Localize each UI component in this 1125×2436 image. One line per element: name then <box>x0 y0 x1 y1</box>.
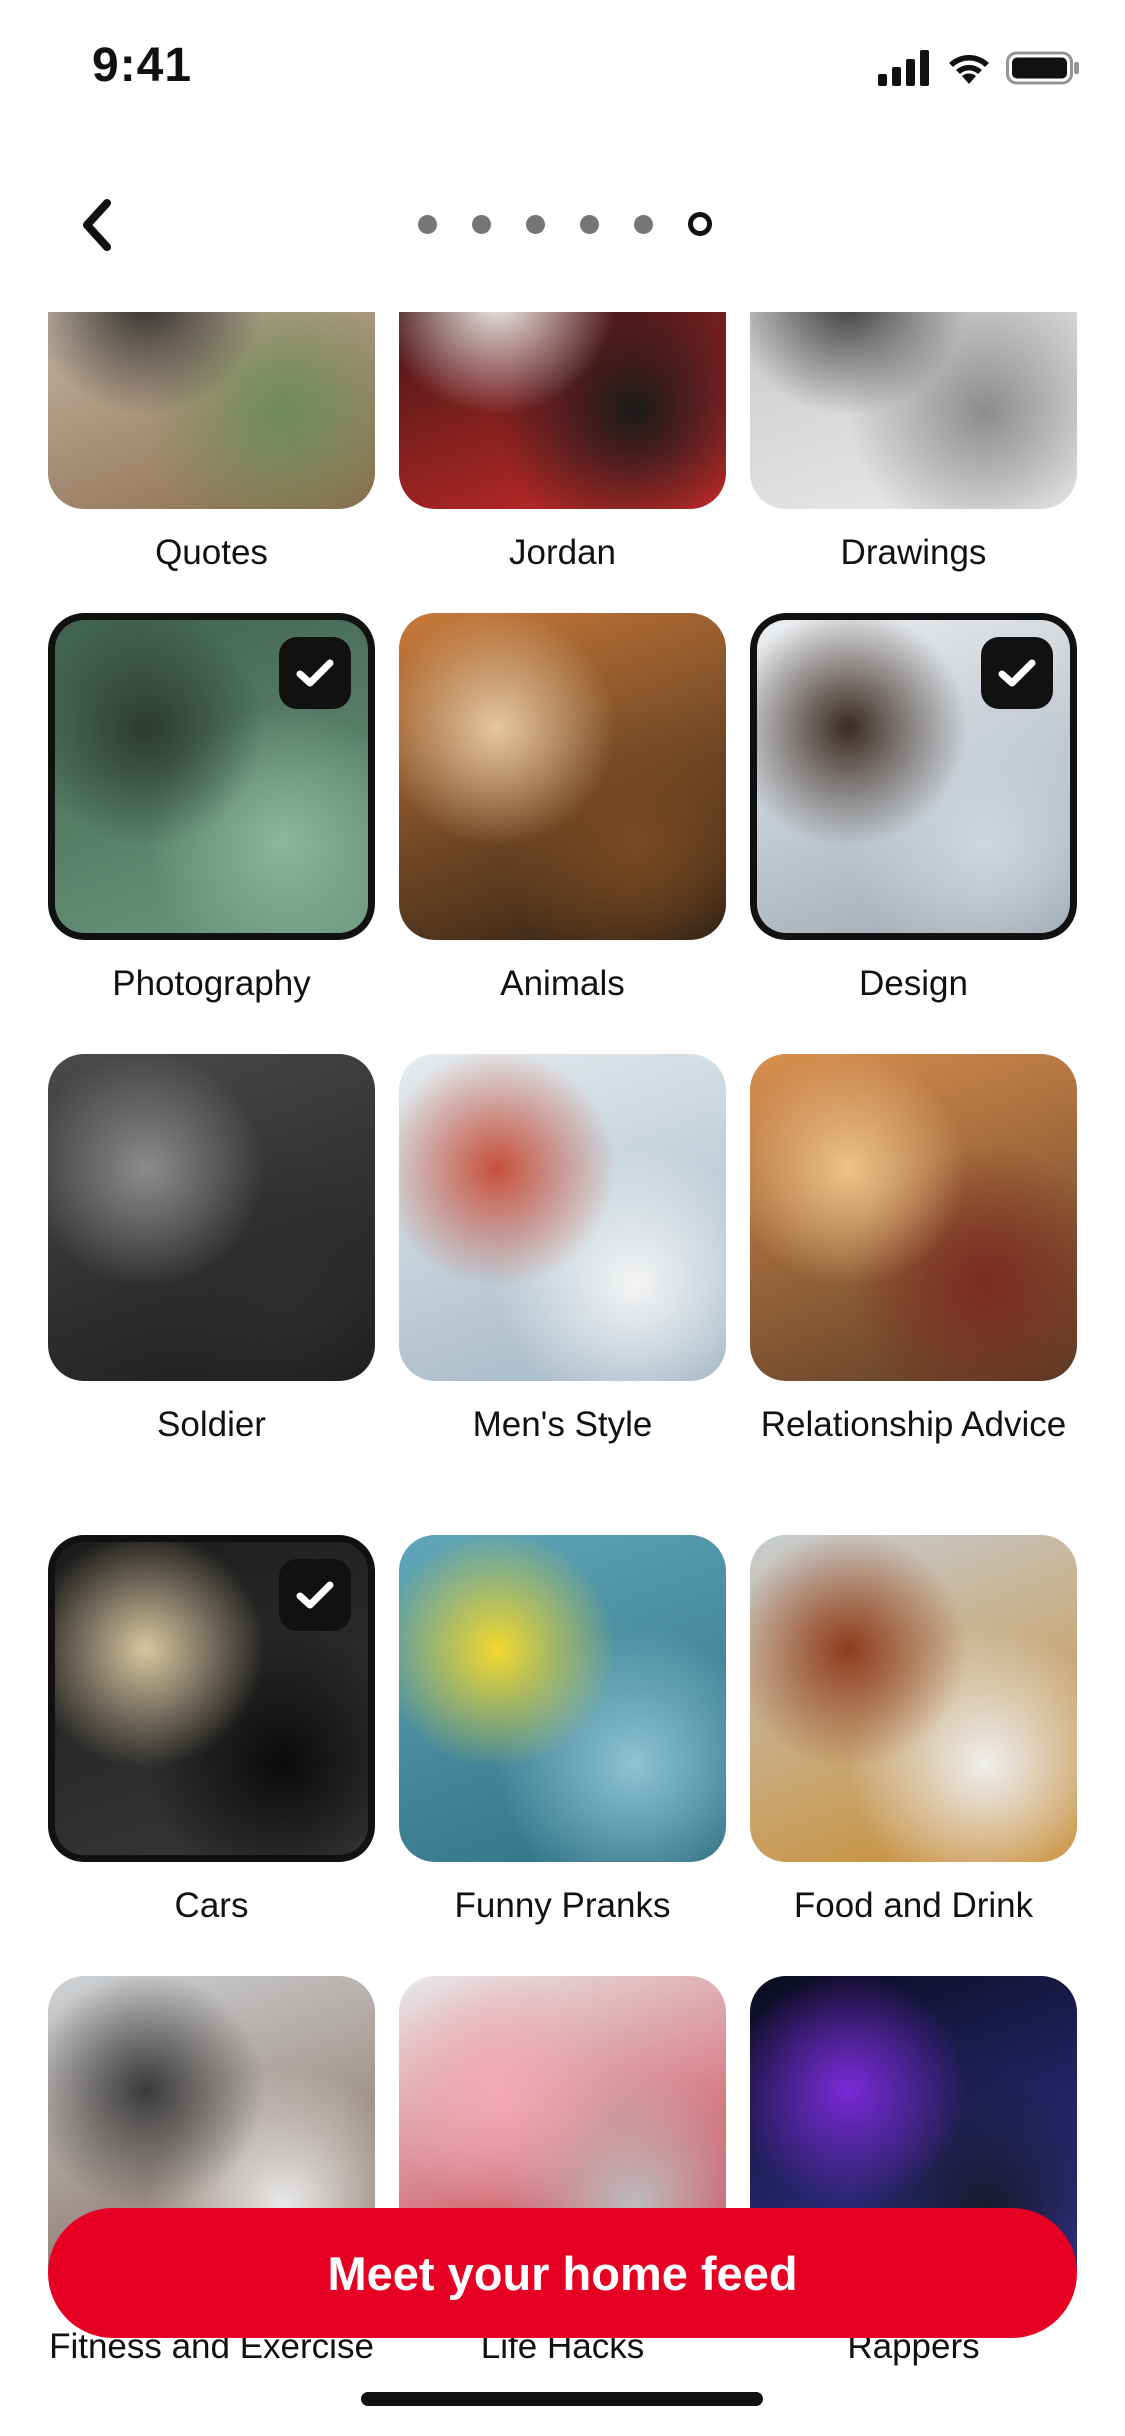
topic-image <box>48 312 375 509</box>
topic-image <box>48 1054 375 1381</box>
progress-dot <box>580 214 599 234</box>
topic-tile-soldier[interactable]: Soldier <box>48 1054 375 1534</box>
wifi-icon <box>949 55 989 84</box>
topic-label: Cars <box>174 1886 249 1925</box>
selected-check-badge <box>279 637 351 709</box>
topic-label: Design <box>859 964 968 1003</box>
checkmark-icon <box>998 659 1036 687</box>
topic-image <box>750 1054 1077 1381</box>
battery-icon <box>1006 51 1079 85</box>
checkmark-icon <box>296 659 334 687</box>
status-bar: 9:41 <box>0 0 1125 140</box>
topic-label: Soldier <box>157 1405 266 1444</box>
topic-image <box>399 312 726 509</box>
topic-image <box>750 312 1077 509</box>
topic-label: Men's Style <box>472 1405 653 1444</box>
topic-image <box>399 613 726 940</box>
topic-grid: Quotes Jordan Drawings Photography Animals De… <box>0 312 1125 2436</box>
topic-label: Photography <box>112 964 311 1003</box>
topic-tile-animals[interactable]: Animals <box>399 613 726 1093</box>
topic-image <box>399 1054 726 1381</box>
topic-tile-men-s-style[interactable]: Men's Style <box>399 1054 726 1534</box>
selected-check-badge <box>279 1559 351 1631</box>
topic-tile-fitness-and-exercise[interactable]: Fitness and Exercise <box>48 1976 375 2436</box>
home-indicator <box>361 2392 763 2406</box>
topic-tile-life-hacks[interactable]: Life Hacks <box>399 1976 726 2436</box>
topic-tile-food-and-drink[interactable]: Food and Drink <box>750 1535 1077 2015</box>
progress-dot <box>472 214 491 234</box>
selected-check-badge <box>981 637 1053 709</box>
topic-label: Relationship Advice <box>760 1405 1067 1444</box>
topic-tile-quotes[interactable]: Quotes <box>48 312 375 662</box>
topic-tile-relationship-advice[interactable]: Relationship Advice <box>750 1054 1077 1534</box>
topic-tile-design[interactable]: Design <box>750 613 1077 1093</box>
progress-dot <box>418 214 437 234</box>
topic-tile-photography[interactable]: Photography <box>48 613 375 1093</box>
topic-tile-drawings[interactable]: Drawings <box>750 312 1077 662</box>
topic-image <box>399 1535 726 1862</box>
topic-tile-rappers[interactable]: Rappers <box>750 1976 1077 2436</box>
topic-label: Drawings <box>840 533 987 572</box>
topic-tile-jordan[interactable]: Jordan <box>399 312 726 662</box>
topic-tile-funny-pranks[interactable]: Funny Pranks <box>399 1535 726 2015</box>
meet-home-feed-button[interactable]: Meet your home feed <box>48 2208 1077 2338</box>
topic-label: Quotes <box>155 533 268 572</box>
progress-dot <box>634 214 653 234</box>
progress-dot <box>526 214 545 234</box>
topic-label: Funny Pranks <box>454 1886 671 1925</box>
topic-label: Jordan <box>508 533 617 572</box>
topic-label: Animals <box>500 964 625 1003</box>
signal-bars-icon <box>878 50 929 86</box>
status-icons <box>878 48 1080 88</box>
checkmark-icon <box>296 1581 334 1609</box>
topic-label: Food and Drink <box>793 1886 1034 1925</box>
topic-image <box>750 1535 1077 1862</box>
progress-indicator <box>0 212 1125 236</box>
progress-dot <box>688 212 712 236</box>
status-time: 9:41 <box>92 39 193 92</box>
topic-tile-cars[interactable]: Cars <box>48 1535 375 2015</box>
